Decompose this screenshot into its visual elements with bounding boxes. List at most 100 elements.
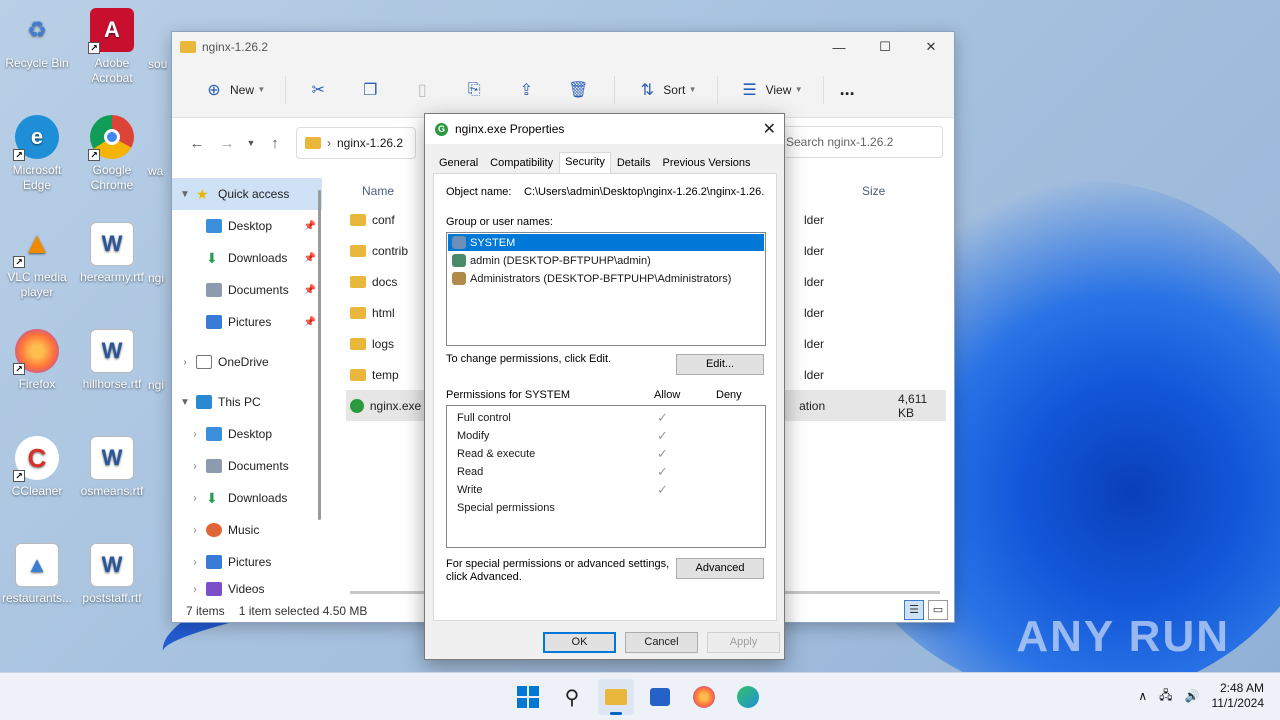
list-item[interactable]: admin (DESKTOP-BFTPUHP\admin) [448,252,764,269]
nav-label: Downloads [228,251,288,265]
word-doc-icon: W [90,436,134,480]
back-arrow-icon[interactable]: ← [182,135,212,152]
nav-pc-music[interactable]: › Music [172,514,322,546]
desktop-icon-vlc[interactable]: ▲ ↗ VLC media player [0,222,74,300]
forward-arrow-icon[interactable]: → [212,135,242,152]
advanced-text-line: click Advanced. [446,571,522,583]
share-button[interactable]: ⇪ [502,74,550,106]
copy-button[interactable]: ❐ [346,74,394,106]
clock[interactable]: 2:48 AM 11/1/2024 [1212,681,1265,711]
nav-pc-desktop[interactable]: › Desktop [172,418,322,450]
view-button[interactable]: ☰ View ▼ [726,74,811,106]
nav-label: Desktop [228,219,273,233]
nav-onedrive[interactable]: › OneDrive [172,346,322,378]
trash-icon: 🗑 [568,81,589,99]
desktop-icon-ccleaner[interactable]: C ↗ CCleaner [0,436,74,499]
edit-button[interactable]: Edit... [676,354,764,375]
tab-security[interactable]: Security [559,152,611,174]
list-item[interactable]: Administrators (DESKTOP-BFTPUHP\Administ… [448,270,764,287]
minimize-button[interactable]: — [816,32,862,62]
desktop-icon-poststaff[interactable]: W poststaff.rtf [75,543,149,606]
word-doc-icon: W [90,543,134,587]
network-icon[interactable]: 🖧 [1159,686,1172,707]
desktop-icon-restaurants[interactable]: ▲ restaurants... [0,543,74,606]
more-button[interactable]: ... [832,74,863,106]
nav-pc-pictures[interactable]: › Pictures [172,546,322,578]
recent-chevron-icon[interactable]: ▼ [242,138,260,148]
windows-logo-icon [517,686,539,708]
chevron-right-icon: › [193,556,197,568]
advanced-button[interactable]: Advanced [676,558,764,579]
nav-downloads[interactable]: ⬇ Downloads 📌 [172,242,322,274]
close-icon[interactable]: ✕ [763,119,776,139]
nav-documents[interactable]: Documents 📌 [172,274,322,306]
word-doc-icon: W [90,222,134,266]
desktop-icon-chrome[interactable]: ↗ Google Chrome [75,115,149,193]
apply-button[interactable]: Apply [707,632,780,653]
desktop-icon-edge[interactable]: e ↗ Microsoft Edge [0,115,74,193]
download-icon: ⬇ [206,250,218,266]
details-view-icon[interactable]: ☰ [904,600,924,620]
search-button[interactable]: ⚲ [554,679,590,715]
breadcrumb-chevron-icon: › [327,136,331,150]
desktop-icon-osmeans[interactable]: W osmeans.rtf [75,436,149,499]
dialog-titlebar[interactable]: G nginx.exe Properties [425,114,784,144]
tab-compatibility[interactable]: Compatibility [484,153,559,173]
address-bar[interactable]: › nginx-1.26.2 [296,127,416,159]
nav-desktop[interactable]: Desktop 📌 [172,210,322,242]
permissions-list[interactable]: Full control ✓ Modify ✓ Read & execute ✓ Re… [446,405,766,548]
tab-previous-versions[interactable]: Previous Versions [656,153,756,173]
edge-taskbar-button[interactable] [730,679,766,715]
user-icon [452,254,466,267]
nav-pictures[interactable]: Pictures 📌 [172,306,322,338]
desktop-icon-recycle-bin[interactable]: ♻ Recycle Bin [0,8,74,71]
taskbar: ⚲ ∧ 🖧 🔊 2:48 AM 11/1/2024 [0,672,1280,720]
folder-icon [350,306,366,319]
desktop-icon-hillhorse[interactable]: W hillhorse.rtf [75,329,149,392]
cut-button[interactable]: ✂ [294,74,342,106]
store-taskbar-button[interactable] [642,679,678,715]
properties-dialog[interactable]: G nginx.exe Properties ✕ General Compati… [424,113,785,660]
nav-pc-videos[interactable]: › Videos [172,578,322,600]
tab-general[interactable]: General [433,153,484,173]
nav-pc-downloads[interactable]: › ⬇ Downloads [172,482,322,514]
cancel-button[interactable]: Cancel [625,632,698,653]
paste-button[interactable]: ▯ [398,74,446,106]
sort-button[interactable]: ⇅ Sort ▼ [623,74,704,106]
desktop-icon-acrobat[interactable]: A ↗ Adobe Acrobat [75,8,149,86]
command-bar: ⊕ New ▼ ✂ ❐ ▯ ⎘ ⇪ 🗑 ⇅ Sort ▼ ☰ View ▼ ... [172,62,954,118]
up-arrow-icon[interactable]: ↑ [260,135,290,152]
close-button[interactable]: ✕ [908,32,954,62]
firefox-taskbar-button[interactable] [686,679,722,715]
tab-details[interactable]: Details [611,153,657,173]
delete-button[interactable]: 🗑 [554,74,602,106]
start-button[interactable] [510,679,546,715]
nav-quick-access[interactable]: ▼ ★ Quick access [172,178,322,210]
copy-icon: ❐ [363,81,378,99]
ok-button[interactable]: OK [543,632,616,653]
chevron-up-icon[interactable]: ∧ [1138,689,1147,703]
nav-this-pc[interactable]: ▼ This PC [172,386,322,418]
search-input[interactable]: Search nginx-1.26.2 [777,126,943,158]
rename-button[interactable]: ⎘ [450,74,498,106]
nav-scrollbar[interactable] [318,190,321,520]
desktop-icon-firefox[interactable]: ↗ Firefox [0,329,74,392]
permission-row: Read ✓ [447,463,765,481]
tiles-view-icon[interactable]: ▭ [928,600,948,620]
explorer-titlebar[interactable]: nginx-1.26.2 — ☐ ✕ [172,32,954,62]
desktop-icon-herearmy[interactable]: W herearmy.rtf [75,222,149,285]
nav-pc-documents[interactable]: › Documents [172,450,322,482]
volume-icon[interactable]: 🔊 [1185,689,1200,703]
desktop-icon-label: Recycle Bin [5,56,69,70]
tab-bar: General Compatibility Security Details P… [433,152,757,174]
column-header-size[interactable]: Size [862,184,885,198]
file-explorer-taskbar-button[interactable] [598,679,634,715]
list-item[interactable]: SYSTEM [448,234,764,251]
user-list[interactable]: SYSTEM admin (DESKTOP-BFTPUHP\admin) Adm… [446,232,766,346]
clipboard-icon: ▯ [417,81,427,99]
new-button[interactable]: ⊕ New ▼ [190,74,273,106]
desktop-icon-label: Firefox [18,377,56,391]
pin-icon: 📌 [303,220,316,232]
object-name-label: Object name: [446,186,512,198]
maximize-button[interactable]: ☐ [862,32,908,62]
